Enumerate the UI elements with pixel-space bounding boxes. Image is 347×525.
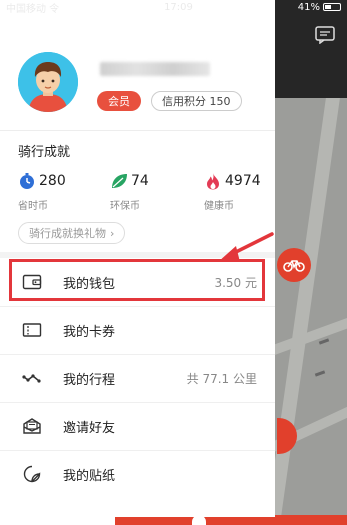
menu-item-coupons[interactable]: 我的卡券 xyxy=(0,306,275,354)
stat-label: 省时币 xyxy=(18,201,48,212)
avatar[interactable] xyxy=(18,52,78,112)
leaf-icon xyxy=(112,174,127,188)
stat-value: 74 xyxy=(131,173,149,189)
stat-value: 4974 xyxy=(225,173,261,189)
menu-label: 我的贴纸 xyxy=(63,468,116,484)
map-background[interactable] xyxy=(275,0,347,525)
username-blurred xyxy=(100,62,210,76)
menu-item-stickers[interactable]: 我的贴纸 xyxy=(0,450,275,498)
battery-percent: 41% xyxy=(297,1,320,13)
chevron-right-icon: › xyxy=(110,226,115,240)
sticker-icon xyxy=(23,465,41,483)
profile-header: 会员 信用积分 150 xyxy=(0,0,275,130)
wallet-highlight-box xyxy=(9,259,265,301)
stopwatch-icon xyxy=(20,173,34,189)
map-lane-mark xyxy=(314,370,326,377)
flame-icon xyxy=(207,173,219,190)
stat-label: 健康币 xyxy=(204,201,234,212)
scan-button-notch xyxy=(192,515,206,525)
map-lane-mark xyxy=(318,338,330,345)
menu-label: 我的卡券 xyxy=(63,324,116,340)
menu-item-invite[interactable]: 邀请好友 xyxy=(0,402,275,450)
credit-score-label: 信用积分 150 xyxy=(162,95,231,108)
map-header-dark xyxy=(275,0,347,98)
clock-label: 17:09 xyxy=(164,1,193,13)
member-badge-label: 会员 xyxy=(108,95,130,108)
bike-marker-icon[interactable] xyxy=(277,248,311,282)
stat-value: 280 xyxy=(39,173,66,189)
stat-label: 环保币 xyxy=(110,201,140,212)
map-road xyxy=(275,98,340,525)
menu-item-trips[interactable]: 我的行程 共 77.1 公里 xyxy=(0,354,275,402)
redeem-gift-label: 骑行成就换礼物 xyxy=(29,227,106,240)
status-bar: 中国移动 令 17:09 41% xyxy=(0,0,347,15)
redeem-gift-button[interactable]: 骑行成就换礼物 › xyxy=(18,222,126,244)
menu-label: 邀请好友 xyxy=(63,420,116,436)
battery-icon xyxy=(323,3,341,11)
stat-time-coin[interactable]: 280 省时币 xyxy=(18,172,66,212)
invite-envelope-icon xyxy=(23,418,41,434)
trip-distance: 共 77.1 公里 xyxy=(186,371,257,386)
menu-label: 我的行程 xyxy=(63,372,116,388)
scan-button-edge[interactable] xyxy=(275,515,347,525)
trip-route-icon xyxy=(22,374,41,383)
stat-health-coin[interactable]: 4974 健康币 xyxy=(204,172,261,212)
coupon-icon xyxy=(22,323,42,337)
achievements-title: 骑行成就 xyxy=(18,145,71,160)
member-badge[interactable]: 会员 xyxy=(97,91,141,111)
stat-eco-coin[interactable]: 74 环保币 xyxy=(110,172,149,212)
carrier-label: 中国移动 令 xyxy=(6,3,60,15)
map-road xyxy=(275,309,347,361)
divider xyxy=(0,130,275,131)
credit-score-badge[interactable]: 信用积分 150 xyxy=(151,91,242,111)
message-icon[interactable] xyxy=(315,26,335,44)
